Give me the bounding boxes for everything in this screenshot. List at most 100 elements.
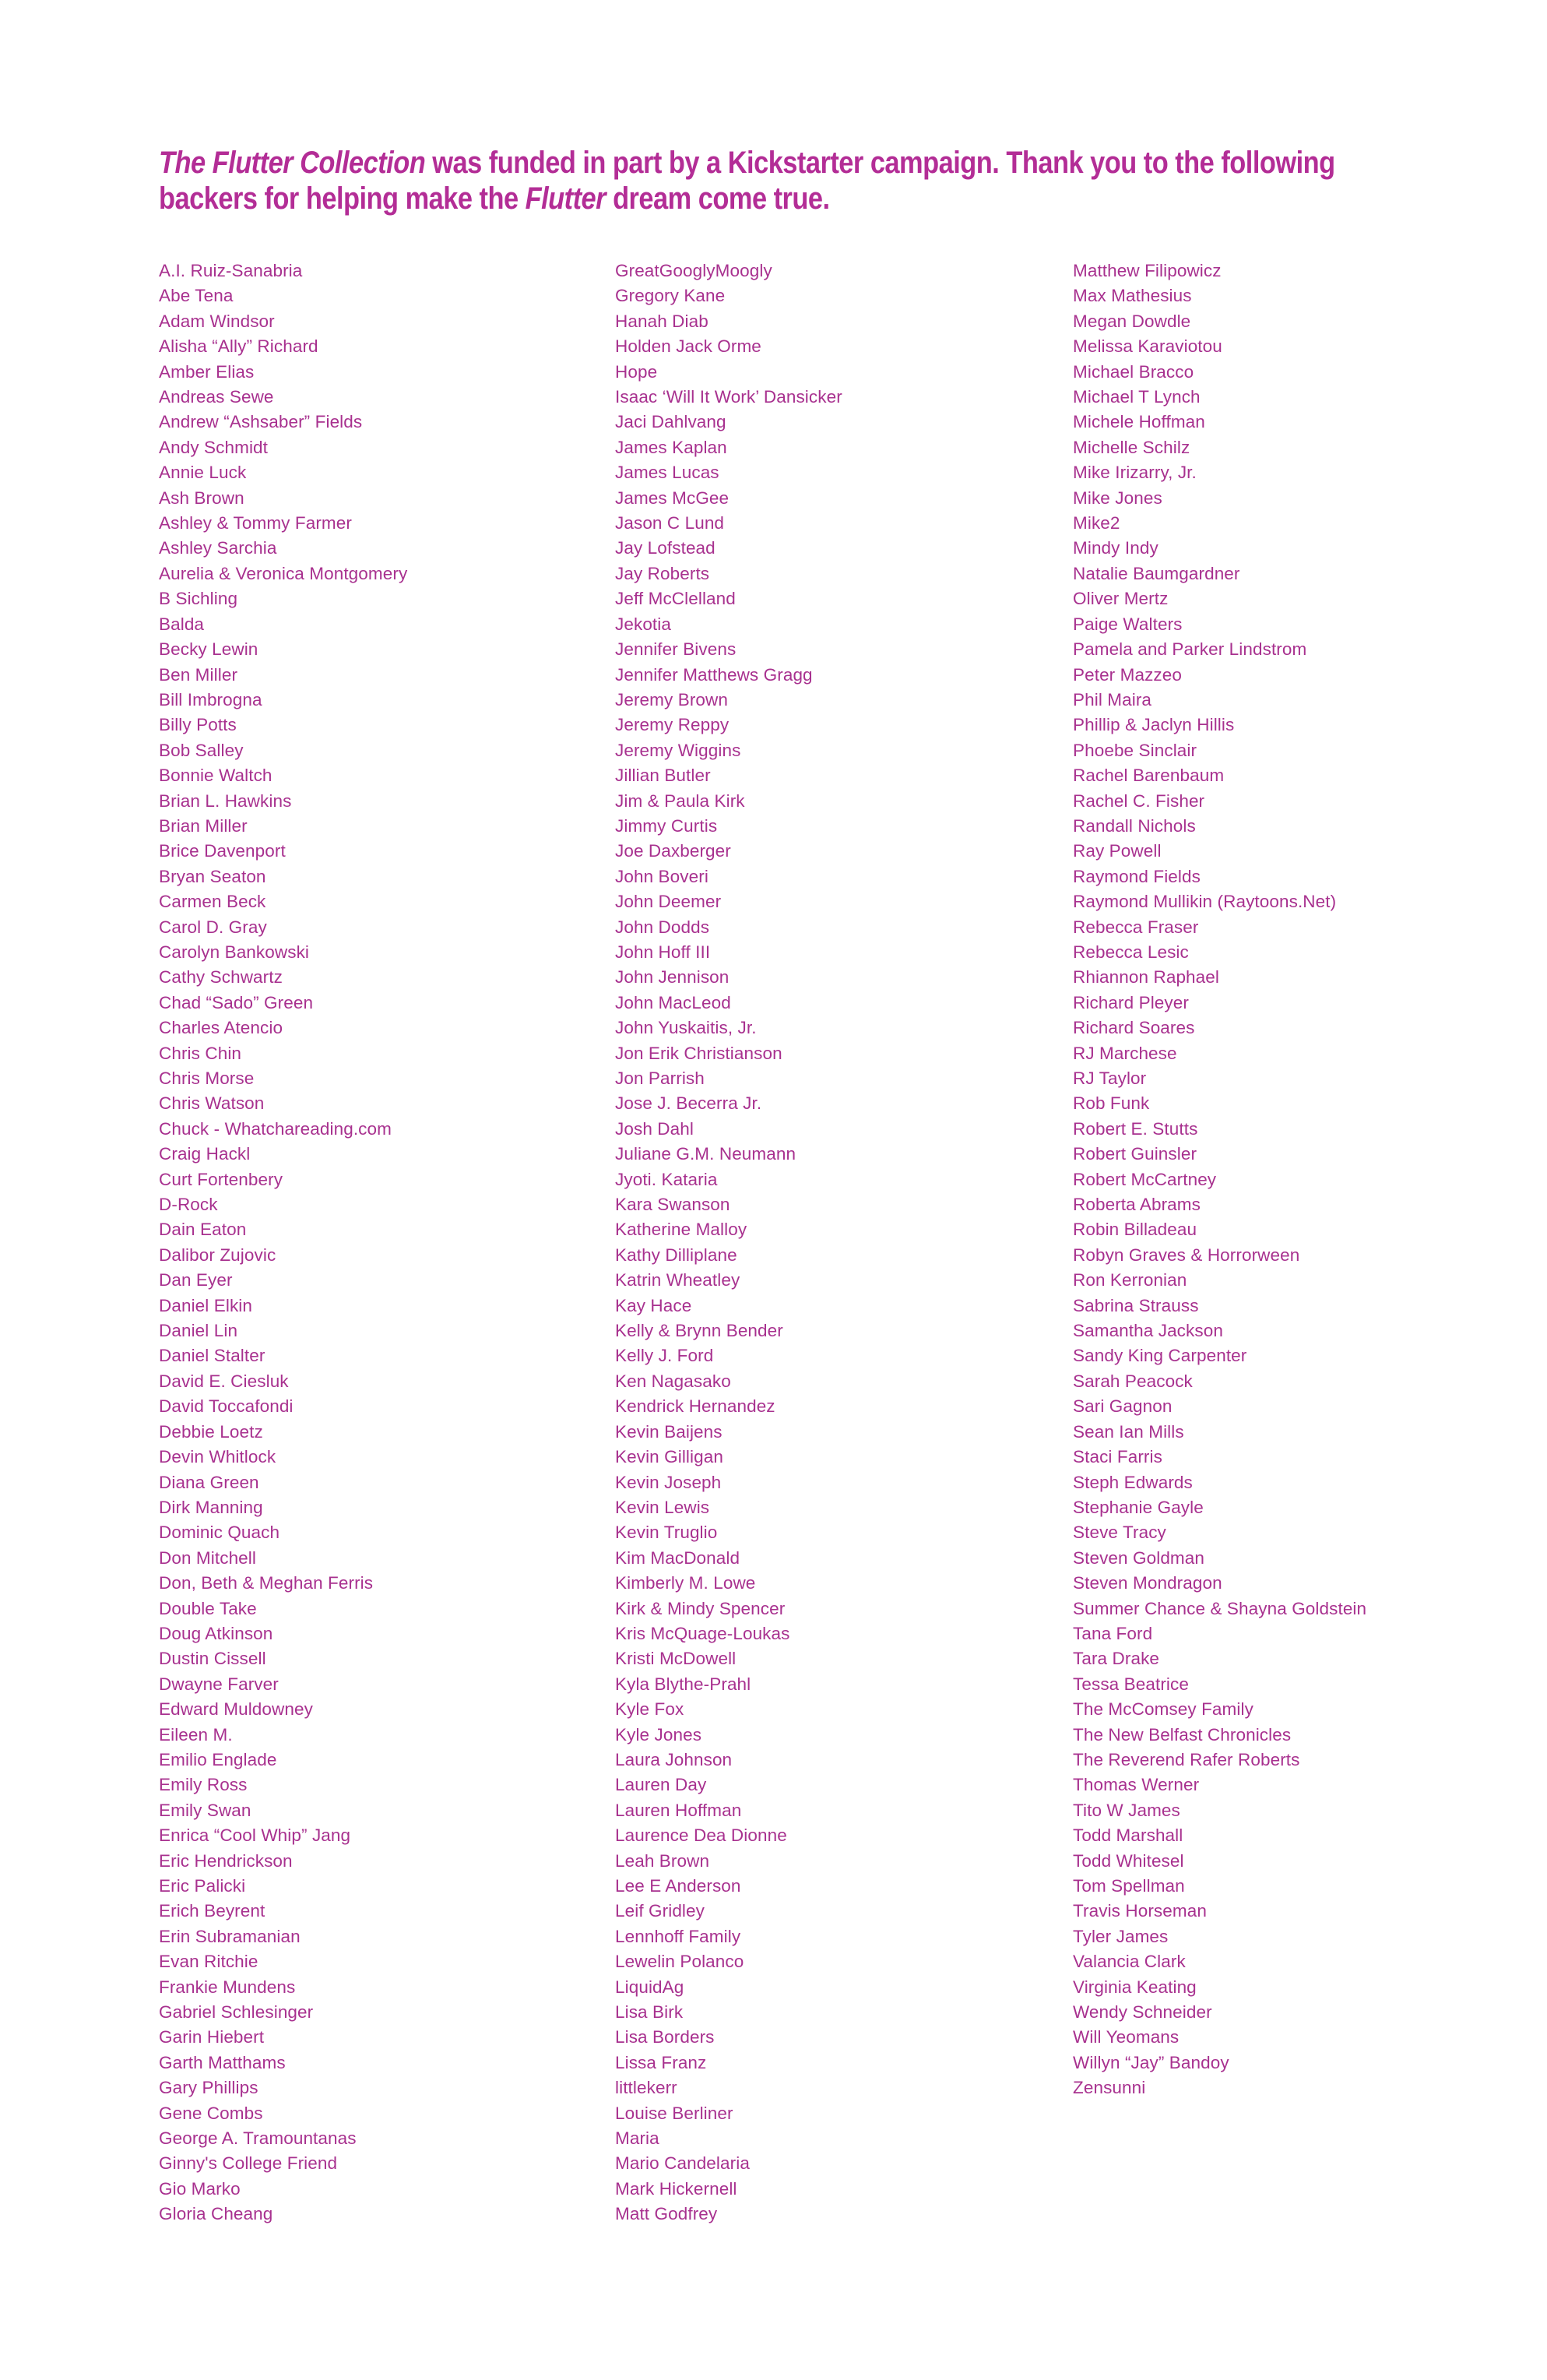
backer-name: Emilio Englade — [159, 1749, 277, 1769]
backer-name: Carolyn Bankowski — [159, 942, 310, 962]
backer-name: Dan Eyer — [159, 1270, 233, 1290]
backer-name: Ron Kerronian — [1073, 1270, 1187, 1290]
backer-name: littlekerr — [615, 2078, 677, 2098]
backer-name: Chris Watson — [159, 1093, 265, 1114]
backer-name: Paige Walters — [1073, 614, 1183, 634]
backer-name: Bryan Seaton — [159, 866, 266, 886]
backer-name: Edward Muldowney — [159, 1699, 313, 1720]
backer-name: Cathy Schwartz — [159, 967, 283, 988]
backer-name: Travis Horseman — [1073, 1901, 1207, 1921]
backer-name: Jeremy Brown — [615, 689, 728, 709]
backer-name: Steve Tracy — [1073, 1523, 1166, 1543]
backer-name: John MacLeod — [615, 992, 731, 1012]
backer-name: Michael Bracco — [1073, 361, 1194, 382]
backer-name: Summer Chance & Shayna Goldstein — [1073, 1598, 1367, 1618]
backer-name: RJ Taylor — [1073, 1069, 1147, 1088]
backer-name: Rachel Barenbaum — [1073, 766, 1225, 786]
backer-name: Natalie Baumgardner — [1073, 563, 1240, 583]
backer-name: Lissa Franz — [615, 2052, 707, 2072]
backer-name: Sarah Peacock — [1073, 1371, 1193, 1391]
backer-name: Lisa Birk — [615, 2002, 684, 2023]
backer-name: John Jennison — [615, 967, 730, 988]
backer-name: Rebecca Fraser — [1073, 917, 1199, 937]
backer-name: Richard Soares — [1073, 1018, 1195, 1038]
backer-name: Jason C Lund — [615, 513, 725, 533]
backer-name: Tyler James — [1073, 1926, 1169, 1946]
backer-name: LiquidAg — [615, 1977, 684, 1997]
backer-name: Todd Whitesel — [1073, 1850, 1184, 1871]
backer-name: Steven Goldman — [1073, 1547, 1204, 1568]
backer-name: Sabrina Strauss — [1073, 1295, 1199, 1315]
backer-name: Charles Atencio — [159, 1018, 283, 1038]
backer-name: Becky Lewin — [159, 639, 258, 660]
backer-name: Carmen Beck — [159, 892, 266, 912]
backer-name: Annie Luck — [159, 463, 247, 483]
backer-name: Rhiannon Raphael — [1073, 967, 1219, 988]
backer-name: Gary Phillips — [159, 2078, 258, 2098]
backer-name: Kyla Blythe-Prahl — [615, 1674, 751, 1694]
backer-name: Kevin Gilligan — [615, 1447, 723, 1467]
backer-name: Balda — [159, 614, 205, 634]
backer-name: Bill Imbrogna — [159, 689, 262, 709]
backer-name: Kevin Truglio — [615, 1523, 718, 1543]
backer-name: Mike Irizarry, Jr. — [1073, 463, 1197, 483]
backer-name: Joe Daxberger — [615, 841, 731, 861]
backers-credits-page: The Flutter Collection was funded in par… — [0, 0, 1547, 2380]
backer-name: Lennhoff Family — [615, 1926, 741, 1946]
backer-name: Tom Spellman — [1073, 1876, 1185, 1896]
backer-name: Don Mitchell — [159, 1547, 256, 1568]
backers-column-2: GreatGooglyMoogly Gregory Kane Hanah Diab H… — [615, 259, 1051, 2227]
backer-name: Rebecca Lesic — [1073, 942, 1189, 962]
backer-name: Evan Ritchie — [159, 1952, 258, 1972]
backer-name: GreatGooglyMoogly — [615, 261, 772, 280]
backer-name: Brian L. Hawkins — [159, 790, 292, 811]
backer-name: Ashley Sarchia — [159, 538, 277, 558]
backer-name: Laura Johnson — [615, 1749, 733, 1769]
backer-name: Kelly & Brynn Bender — [615, 1321, 783, 1341]
backer-name: Ashley & Tommy Farmer — [159, 513, 352, 533]
backer-name: Jay Lofstead — [615, 538, 715, 558]
backer-name: Leah Brown — [615, 1850, 710, 1871]
backer-name: Raymond Mullikin (Raytoons.Net) — [1073, 892, 1337, 912]
backer-name: Dain Eaton — [159, 1220, 247, 1240]
backer-name: Tito W James — [1073, 1800, 1180, 1820]
backer-name: Jekotia — [615, 614, 671, 634]
backer-name: Sean Ian Mills — [1073, 1421, 1184, 1442]
backer-name: Chuck - Whatchareading.com — [159, 1118, 392, 1139]
backer-name: Aurelia & Veronica Montgomery — [159, 563, 408, 583]
backer-name: Samantha Jackson — [1073, 1321, 1223, 1341]
backer-name: Kevin Lewis — [615, 1497, 710, 1517]
backer-name: Debbie Loetz — [159, 1421, 263, 1442]
backer-name: Curt Fortenbery — [159, 1169, 283, 1189]
backer-name: Kay Hace — [615, 1295, 692, 1315]
backer-name: Willyn “Jay” Bandoy — [1073, 2052, 1229, 2072]
backer-name: Tana Ford — [1073, 1623, 1153, 1643]
backer-name: Dalibor Zujovic — [159, 1245, 276, 1265]
backer-name: James Kaplan — [615, 437, 727, 457]
backer-name: Doug Atkinson — [159, 1623, 273, 1643]
backer-name: Kimberly M. Lowe — [615, 1573, 756, 1593]
backer-name: Ash Brown — [159, 488, 244, 508]
backer-name: Kara Swanson — [615, 1195, 730, 1215]
backers-column-1: A.I. Ruiz-Sanabria Abe Tena Adam Windsor Al… — [159, 259, 595, 2227]
backer-name: Will Yeomans — [1073, 2027, 1180, 2047]
collection-title: The Flutter Collection — [159, 146, 426, 180]
backer-name: Mindy Indy — [1073, 538, 1158, 558]
backer-name: Todd Marshall — [1073, 1825, 1183, 1846]
backer-name: Raymond Fields — [1073, 866, 1201, 886]
backer-name: David Toccafondi — [159, 1396, 294, 1417]
backer-name: Ben Miller — [159, 664, 238, 685]
backer-name: Dwayne Farver — [159, 1674, 279, 1694]
backer-name: Sari Gagnon — [1073, 1396, 1173, 1417]
backer-name: Mario Candelaria — [615, 2153, 750, 2174]
backers-list: A.I. Ruiz-Sanabria Abe Tena Adam Windsor Al… — [0, 259, 1547, 2252]
backer-name: Billy Potts — [159, 715, 237, 735]
backer-name: Eileen M. — [159, 1724, 233, 1745]
backer-name: Staci Farris — [1073, 1447, 1162, 1467]
backer-name: Daniel Stalter — [159, 1346, 265, 1366]
backer-name: The Reverend Rafer Roberts — [1073, 1749, 1300, 1769]
backer-name: Daniel Lin — [159, 1321, 238, 1341]
backer-name: Jennifer Bivens — [615, 639, 737, 660]
backer-name: Carol D. Gray — [159, 917, 267, 937]
backer-name: Lewelin Polanco — [615, 1952, 744, 1972]
